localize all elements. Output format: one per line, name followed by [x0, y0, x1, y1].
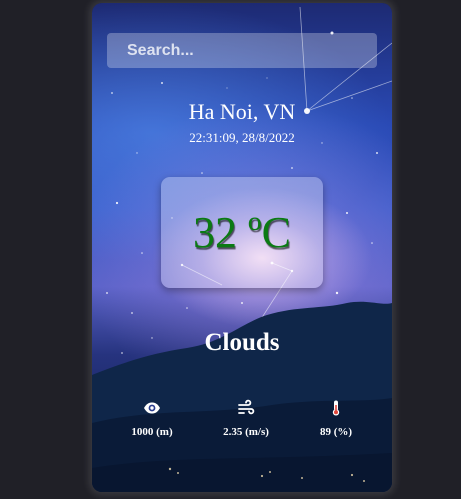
stat-humidity: 89 (%)	[296, 399, 376, 438]
wind-icon	[206, 399, 286, 417]
date-time: 22:31:09, 28/8/2022	[189, 130, 295, 145]
city-name: Ha Noi, VN	[188, 99, 296, 124]
humidity-value: 89 (%)	[319, 426, 353, 438]
visibility-value: 1000 (m)	[131, 426, 173, 438]
stat-visibility: 1000 (m)	[112, 399, 192, 438]
weather-card: Ha Noi, VN 22:31:09, 28/8/2022 32 ºC Clo…	[92, 3, 392, 492]
wind-speed-value: 2.35 (m/s)	[223, 426, 269, 438]
temperature-card: 32 ºC	[161, 177, 323, 288]
weather-condition: Clouds	[204, 329, 280, 356]
thermometer-icon	[296, 399, 376, 417]
visibility-eye-icon	[112, 399, 192, 417]
temperature-value: 32 ºC	[193, 208, 291, 257]
stat-wind: 2.35 (m/s)	[206, 399, 286, 438]
search-input[interactable]	[107, 33, 377, 68]
